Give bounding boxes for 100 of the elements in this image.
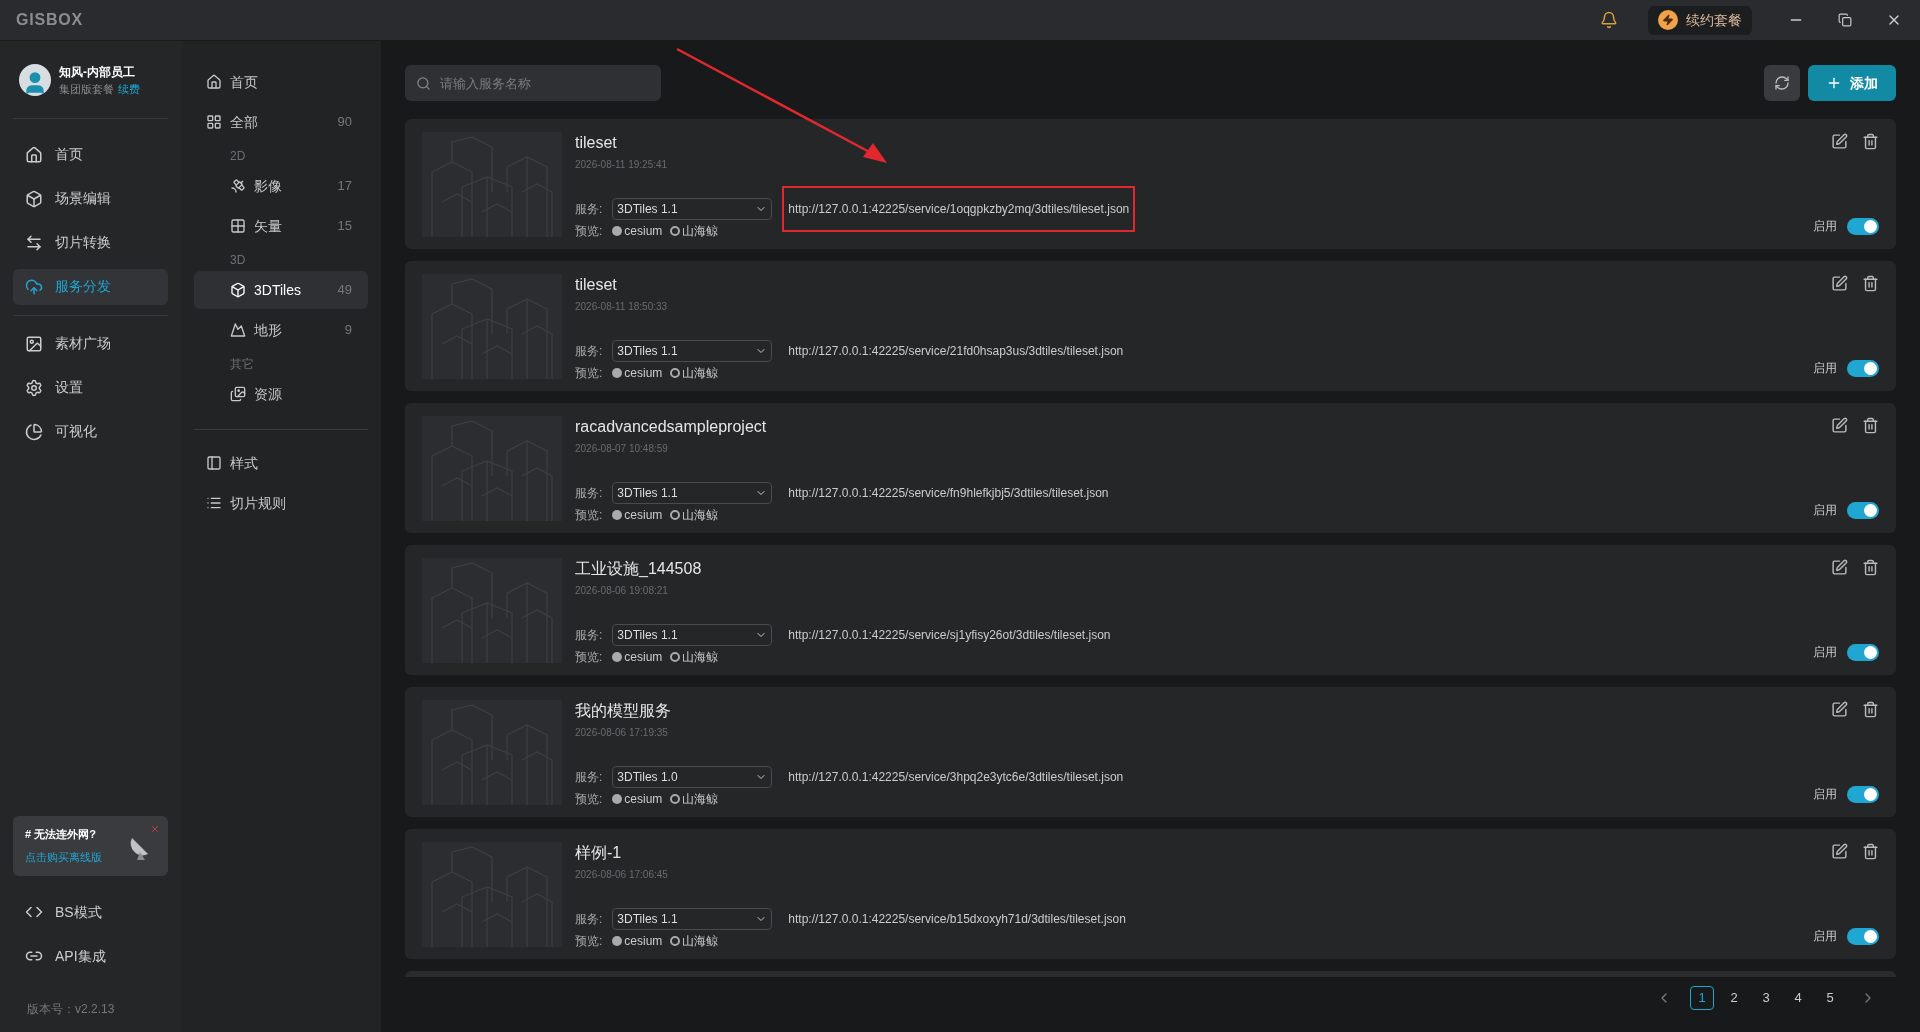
category-item[interactable]: 首页 <box>194 63 368 101</box>
version-select[interactable]: 3DTiles 1.1 <box>612 340 773 362</box>
group-label: 2D <box>229 148 247 165</box>
service-name: tileset <box>575 133 618 153</box>
plan-label: 集团版套餐 <box>59 82 114 97</box>
promo-card[interactable]: # 无法连外网? 点击购买离线版 <box>13 816 168 876</box>
cesium-link[interactable]: cesium <box>612 506 663 524</box>
category-item[interactable]: 影像 17 <box>194 167 368 205</box>
search-field[interactable]: 请输入服务名称 <box>405 65 661 101</box>
enabled-label: 启用 <box>1813 644 1837 661</box>
delete-icon[interactable] <box>1862 559 1879 576</box>
edit-icon[interactable] <box>1831 275 1848 292</box>
delete-icon[interactable] <box>1862 417 1879 434</box>
service-time: 2026-08-11 19:25:41 <box>575 158 669 172</box>
version-select[interactable]: 3DTiles 1.1 <box>612 198 773 220</box>
preview-label: 预览: <box>575 223 603 240</box>
shanhaijing-link[interactable]: 山海鲸 <box>670 506 719 524</box>
shanhaijing-link[interactable]: 山海鲸 <box>670 648 719 666</box>
service-name: 工业设施_144508 <box>575 559 703 579</box>
renew-link[interactable]: 续费 <box>118 81 140 98</box>
nav-item[interactable]: API集成 <box>13 938 168 974</box>
service-url[interactable]: http://127.0.0.1:42225/service/sj1yfisy26ot/3dtiles/tileset.json <box>782 612 1117 658</box>
service-label: 服务: <box>575 627 603 644</box>
add-button[interactable]: 添加 <box>1808 65 1896 101</box>
nav-item[interactable]: 切片转换 <box>13 224 168 261</box>
upload-icon <box>25 277 43 296</box>
service-url[interactable]: http://127.0.0.1:42225/service/b15dxoxyh71d/3dtiles/tileset.json <box>782 896 1132 942</box>
service-label: 服务: <box>575 201 603 218</box>
version-select[interactable]: 3DTiles 1.1 <box>612 908 773 930</box>
avatar[interactable] <box>19 64 51 97</box>
delete-icon[interactable] <box>1862 843 1879 860</box>
cesium-link[interactable]: cesium <box>612 648 663 666</box>
renew-plan-button[interactable]: 续约套餐 <box>1648 5 1752 35</box>
toggle-switch[interactable] <box>1847 643 1879 661</box>
plus-icon <box>1826 75 1842 91</box>
edit-icon[interactable] <box>1831 559 1848 576</box>
cube-icon <box>230 282 246 298</box>
delete-icon[interactable] <box>1862 701 1879 718</box>
page-button[interactable]: 3 <box>1754 986 1778 1010</box>
edit-icon[interactable] <box>1831 701 1848 718</box>
page-button[interactable]: 4 <box>1786 986 1810 1010</box>
service-name: racadvancedsampleproject <box>575 417 768 437</box>
lightning-icon <box>1662 14 1674 26</box>
shanhaijing-link[interactable]: 山海鲸 <box>670 790 719 808</box>
category-item[interactable]: 切片规则 <box>194 484 368 522</box>
cesium-link[interactable]: cesium <box>612 932 663 950</box>
delete-icon[interactable] <box>1862 275 1879 292</box>
page-button[interactable]: 5 <box>1818 986 1842 1010</box>
category-item[interactable]: 资源 <box>194 375 368 413</box>
shanhaijing-link[interactable]: 山海鲸 <box>670 364 719 382</box>
version-select[interactable]: 3DTiles 1.1 <box>612 624 773 646</box>
page-button[interactable]: 2 <box>1722 986 1746 1010</box>
toggle-switch[interactable] <box>1847 217 1879 235</box>
bell-icon[interactable] <box>1600 11 1618 29</box>
service-name: 样例-1 <box>575 843 623 863</box>
service-time: 2026-08-06 17:19:35 <box>575 726 669 740</box>
shanhaijing-link[interactable]: 山海鲸 <box>670 222 719 240</box>
category-item[interactable]: 全部 90 <box>194 103 368 141</box>
count-label: 90 <box>337 113 352 132</box>
nav-item[interactable]: 可视化 <box>13 413 168 450</box>
nav-item[interactable]: 场景编辑 <box>13 180 168 217</box>
category-item[interactable]: 地形 9 <box>194 311 368 349</box>
edit-icon[interactable] <box>1831 133 1848 150</box>
enabled-label: 启用 <box>1813 360 1837 377</box>
service-url[interactable]: http://127.0.0.1:42225/service/21fd0hsap3us/3dtiles/tileset.json <box>782 328 1130 374</box>
restore-icon[interactable] <box>1838 13 1852 27</box>
cesium-link[interactable]: cesium <box>612 364 663 382</box>
toggle-switch[interactable] <box>1847 359 1879 377</box>
refresh-button[interactable] <box>1764 65 1800 101</box>
service-name: 我的模型服务 <box>575 701 672 721</box>
toggle-switch[interactable] <box>1847 927 1879 945</box>
count-label: 9 <box>344 321 352 340</box>
toggle-switch[interactable] <box>1847 501 1879 519</box>
shanhaijing-link[interactable]: 山海鲸 <box>670 932 719 950</box>
service-url[interactable]: http://127.0.0.1:42225/service/1oqgpkzby2mq/3dtiles/tileset.json <box>782 186 1136 232</box>
category-item[interactable]: 矢量 15 <box>194 207 368 245</box>
edit-icon[interactable] <box>1831 843 1848 860</box>
images-icon <box>230 386 246 402</box>
promo-link[interactable]: 点击购买离线版 <box>25 848 156 865</box>
nav-item[interactable]: 服务分发 <box>13 268 168 305</box>
enabled-label: 启用 <box>1813 786 1837 803</box>
nav-item[interactable]: 首页 <box>13 136 168 173</box>
cesium-link[interactable]: cesium <box>612 790 663 808</box>
category-item[interactable]: 3DTiles 49 <box>194 271 368 309</box>
version-select[interactable]: 3DTiles 1.0 <box>612 766 773 788</box>
service-label: 服务: <box>575 911 603 928</box>
version-select[interactable]: 3DTiles 1.1 <box>612 482 773 504</box>
category-item[interactable]: 样式 <box>194 444 368 482</box>
page-button[interactable]: 1 <box>1690 986 1714 1010</box>
promo-title: # 无法连外网? <box>25 827 97 842</box>
toggle-switch[interactable] <box>1847 785 1879 803</box>
delete-icon[interactable] <box>1862 133 1879 150</box>
cesium-link[interactable]: cesium <box>612 222 663 240</box>
nav-item[interactable]: 设置 <box>13 369 168 406</box>
nav-item[interactable]: BS模式 <box>13 894 168 930</box>
service-url[interactable]: http://127.0.0.1:42225/service/fn9hlefkjbj5/3dtiles/tileset.json <box>782 470 1115 516</box>
nav-item[interactable]: 素材广场 <box>13 325 168 362</box>
grid-icon <box>206 114 222 130</box>
service-url[interactable]: http://127.0.0.1:42225/service/3hpq2e3ytc6e/3dtiles/tileset.json <box>782 754 1130 800</box>
edit-icon[interactable] <box>1831 417 1848 434</box>
